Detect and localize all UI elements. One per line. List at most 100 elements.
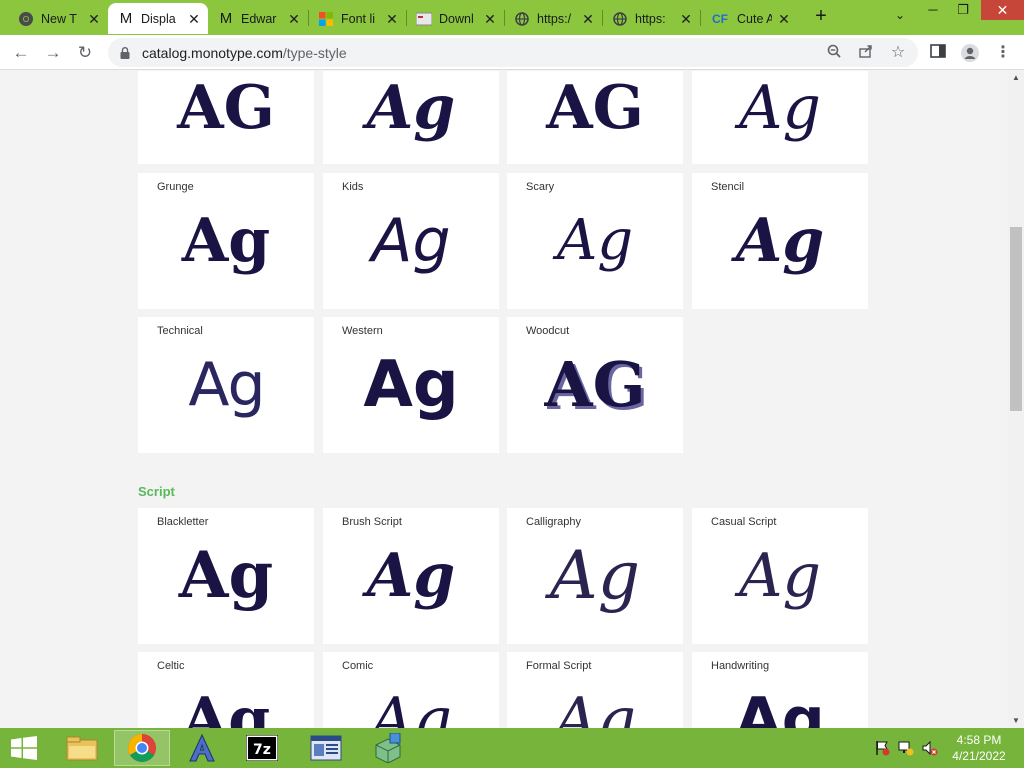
forward-arrow-icon[interactable]: → bbox=[40, 40, 66, 66]
card-label: Technical bbox=[157, 325, 203, 337]
card-label: Brush Script bbox=[342, 516, 402, 528]
network-icon[interactable] bbox=[898, 740, 914, 756]
card-label: Scary bbox=[526, 181, 555, 193]
side-panel-icon[interactable] bbox=[928, 43, 948, 63]
card-label: Casual Script bbox=[711, 516, 777, 528]
new-tab-button[interactable]: + bbox=[809, 5, 833, 29]
file-explorer-icon[interactable] bbox=[54, 730, 110, 766]
type-style-card-technical[interactable]: Technical Ag bbox=[138, 317, 314, 453]
type-style-card[interactable]: AG bbox=[138, 71, 314, 164]
type-style-card-handwriting[interactable]: Handwriting Ag bbox=[692, 652, 868, 728]
action-center-flag-icon[interactable] bbox=[874, 740, 890, 756]
zoom-icon[interactable] bbox=[824, 43, 844, 63]
font-app-icon[interactable] bbox=[174, 730, 230, 766]
restore-icon[interactable]: ❐ bbox=[948, 0, 978, 20]
tab-download[interactable]: Downl ✕ bbox=[406, 3, 504, 34]
card-label: Calligraphy bbox=[526, 516, 582, 528]
tab-display[interactable]: M Displa ✕ bbox=[108, 3, 208, 34]
windows-taskbar: 7z 4:58 PM 4/21/2022 bbox=[0, 728, 1024, 768]
clock-time: 4:58 PM bbox=[956, 733, 1002, 747]
url-path: /type-style bbox=[282, 45, 347, 61]
font-sample: Ag bbox=[181, 206, 271, 276]
type-style-card-scary[interactable]: Scary Ag bbox=[507, 173, 683, 309]
tab-https-1[interactable]: https:/ ✕ bbox=[504, 3, 602, 34]
tab-close-icon[interactable]: ✕ bbox=[186, 11, 202, 27]
card-label: Western bbox=[342, 325, 383, 337]
card-label: Celtic bbox=[157, 660, 185, 672]
font-sample: Ag bbox=[556, 208, 634, 273]
type-style-card-western[interactable]: Western Ag bbox=[323, 317, 499, 453]
font-sample: Ag bbox=[178, 538, 274, 613]
back-arrow-icon[interactable]: ← bbox=[8, 40, 34, 66]
card-label: Woodcut bbox=[526, 325, 570, 337]
tab-close-icon[interactable]: ✕ bbox=[384, 11, 400, 27]
type-style-card-comic[interactable]: Comic Ag bbox=[323, 652, 499, 728]
tab-search-chevron-icon[interactable]: ⌄ bbox=[890, 8, 910, 28]
tab-new-tab[interactable]: New T ✕ bbox=[8, 3, 108, 34]
tab-close-icon[interactable]: ✕ bbox=[580, 11, 596, 27]
svg-text:7z: 7z bbox=[253, 742, 271, 758]
document-viewer-icon[interactable] bbox=[298, 730, 354, 766]
type-style-card-grunge[interactable]: Grunge Ag bbox=[138, 173, 314, 309]
font-sample: Ag bbox=[188, 350, 265, 420]
type-style-card[interactable]: AG bbox=[507, 71, 683, 164]
start-icon[interactable] bbox=[0, 730, 48, 766]
lock-icon bbox=[120, 46, 130, 59]
monotype-m-icon: M bbox=[219, 10, 233, 27]
type-style-card-kids[interactable]: Kids Ag bbox=[323, 173, 499, 309]
card-label: Blackletter bbox=[157, 516, 209, 528]
type-style-card-woodcut[interactable]: Woodcut AG bbox=[507, 317, 683, 453]
tab-edwar[interactable]: M Edwar ✕ bbox=[208, 3, 308, 34]
share-icon[interactable] bbox=[856, 43, 876, 63]
volume-muted-icon[interactable] bbox=[922, 740, 938, 756]
globe-icon bbox=[514, 11, 530, 27]
scroll-down-arrow-icon[interactable]: ▼ bbox=[1008, 714, 1024, 728]
card-label: Formal Script bbox=[526, 660, 592, 672]
bookmark-star-icon[interactable]: ☆ bbox=[888, 43, 908, 63]
tab-close-icon[interactable]: ✕ bbox=[482, 11, 498, 27]
font-sample: Ag bbox=[370, 685, 452, 728]
font-sample: AG bbox=[177, 73, 275, 143]
scroll-up-arrow-icon[interactable]: ▲ bbox=[1008, 71, 1024, 85]
profile-avatar-icon[interactable] bbox=[960, 43, 980, 63]
tab-cute-a[interactable]: CF Cute A ✕ bbox=[700, 3, 798, 34]
font-sample: AG bbox=[546, 73, 644, 143]
clock-date: 4/21/2022 bbox=[952, 749, 1006, 763]
font-sample: Ag bbox=[371, 206, 451, 276]
scrollbar-thumb[interactable] bbox=[1010, 227, 1022, 411]
type-style-card-casual-script[interactable]: Casual Script Ag bbox=[692, 508, 868, 644]
chrome-icon[interactable] bbox=[114, 730, 170, 766]
type-style-card-blackletter[interactable]: Blackletter Ag bbox=[138, 508, 314, 644]
7zip-icon[interactable]: 7z bbox=[234, 730, 290, 766]
url-text[interactable]: catalog.monotype.com/type-style bbox=[142, 45, 347, 61]
type-style-card-calligraphy[interactable]: Calligraphy Ag bbox=[507, 508, 683, 644]
tab-close-icon[interactable]: ✕ bbox=[776, 11, 792, 27]
card-label: Handwriting bbox=[711, 660, 770, 672]
reload-icon[interactable]: ↻ bbox=[72, 40, 98, 66]
font-sample: Ag bbox=[735, 206, 825, 276]
address-bar[interactable]: catalog.monotype.com/type-style ☆ bbox=[108, 38, 918, 67]
font-sample: Ag bbox=[363, 348, 459, 422]
microsoft-icon bbox=[318, 11, 334, 27]
page-scrollbar[interactable]: ▲ ▼ bbox=[1008, 71, 1024, 728]
type-style-card-celtic[interactable]: Celtic Ag bbox=[138, 652, 314, 728]
package-installer-icon[interactable] bbox=[360, 730, 416, 766]
tab-font-library[interactable]: Font li ✕ bbox=[308, 3, 406, 34]
card-label: Kids bbox=[342, 181, 364, 193]
type-style-card[interactable]: Ag bbox=[692, 71, 868, 164]
menu-kebab-icon[interactable]: ⋮ bbox=[993, 43, 1013, 63]
type-style-card-formal-script[interactable]: Formal Script Ag bbox=[507, 652, 683, 728]
minimize-icon[interactable]: ─ bbox=[918, 0, 948, 20]
monotype-m-icon: M bbox=[119, 10, 133, 27]
tab-close-icon[interactable]: ✕ bbox=[286, 11, 302, 27]
tab-close-icon[interactable]: ✕ bbox=[86, 11, 102, 27]
globe-icon bbox=[612, 11, 628, 27]
tab-https-2[interactable]: https: ✕ bbox=[602, 3, 700, 34]
type-style-card[interactable]: Ag bbox=[323, 71, 499, 164]
tab-close-icon[interactable]: ✕ bbox=[678, 11, 694, 27]
font-sample: Ag bbox=[550, 537, 640, 614]
type-style-card-stencil[interactable]: Stencil Ag bbox=[692, 173, 868, 309]
type-style-card-brush-script[interactable]: Brush Script Ag bbox=[323, 508, 499, 644]
system-clock[interactable]: 4:58 PM 4/21/2022 bbox=[948, 732, 1010, 764]
window-close-icon[interactable]: ✕ bbox=[981, 0, 1024, 20]
